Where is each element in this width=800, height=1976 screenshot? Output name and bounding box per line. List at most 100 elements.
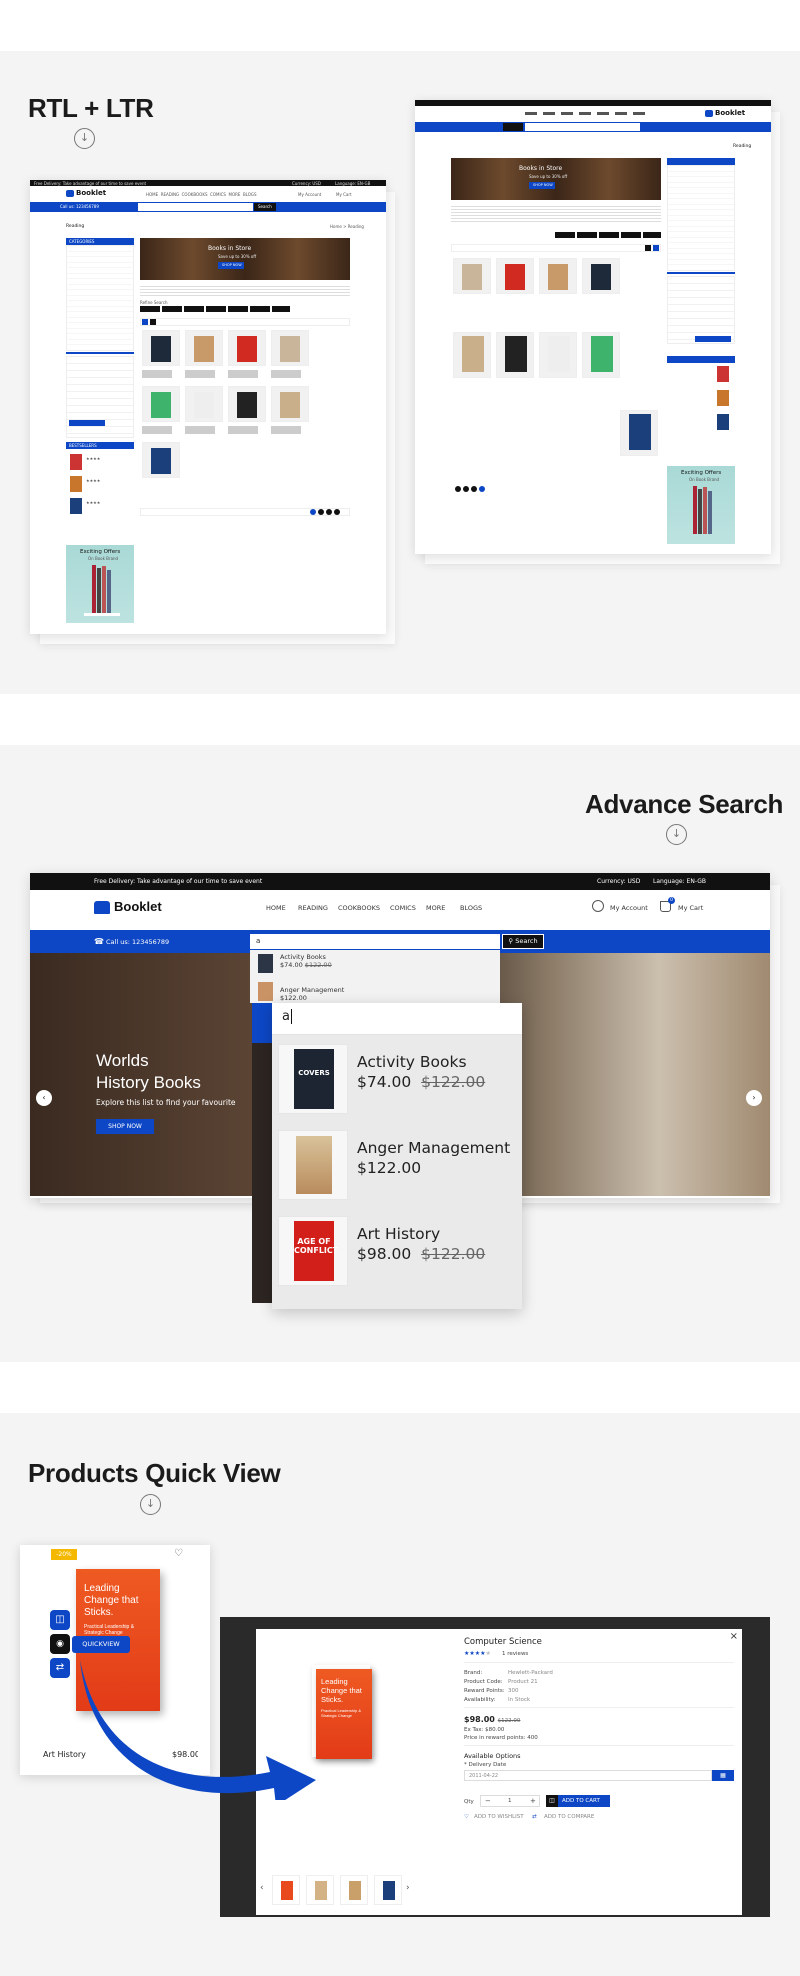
search-demo-topbar-text: Free Delivery: Take advantage of our tim… — [94, 878, 263, 885]
call-us-text: Call us: 123456789 — [106, 938, 170, 946]
book-cover-anger — [296, 1136, 332, 1194]
add-to-cart-icon[interactable]: ◫ — [50, 1610, 70, 1630]
rtl-banner-btn-label: SHOP NOW — [533, 183, 553, 187]
scroll-down-icon[interactable]: ↓ — [140, 1494, 161, 1515]
rtl-offer-sub: On Book Brand — [689, 477, 720, 482]
nav-home[interactable]: HOME — [266, 904, 286, 912]
nav-comics[interactable]: COMICS — [390, 904, 416, 912]
hero-shop-now-button[interactable]: SHOP NOW — [96, 1119, 154, 1134]
ltr-filter-button[interactable] — [69, 420, 105, 426]
my-cart-link[interactable]: My Cart — [678, 904, 703, 912]
qty-plus[interactable]: + — [530, 1797, 536, 1805]
ltr-page-2[interactable] — [318, 509, 324, 515]
hero-next-arrow[interactable]: › — [746, 1090, 762, 1106]
shuffle-compare-icon[interactable]: ⇄ — [50, 1658, 70, 1678]
qty-value[interactable]: 1 — [508, 1798, 512, 1804]
cart-icon: ◫ — [546, 1795, 558, 1807]
calendar-icon[interactable]: ▦ — [712, 1770, 734, 1781]
rtl-page-4[interactable] — [455, 486, 461, 492]
scroll-down-icon[interactable]: ↓ — [74, 128, 95, 149]
result-price: $74.00 $122.00 — [357, 1073, 486, 1091]
modal-thumb[interactable] — [272, 1875, 300, 1905]
modal-thumb[interactable] — [306, 1875, 334, 1905]
brand-label: Brand: — [464, 1670, 483, 1676]
eye-icon[interactable]: ◉ — [50, 1634, 70, 1654]
ltr-category-desc — [140, 284, 350, 296]
compare-icon[interactable]: ⇄ — [532, 1814, 537, 1820]
search-input[interactable]: a — [250, 934, 500, 949]
modal-reviews[interactable]: 1 reviews — [502, 1651, 528, 1657]
thumb-next-arrow[interactable]: › — [406, 1883, 410, 1893]
ltr-topbar-currency[interactable]: Currency: USD — [292, 181, 321, 186]
rtl-sort-toolbar[interactable] — [451, 244, 661, 252]
qty-minus[interactable]: − — [485, 1797, 491, 1805]
ltr-nav[interactable]: HOME READING COOKBOOKS COMICS MORE BLOGS — [146, 192, 257, 197]
ltr-search-label: Search — [258, 204, 272, 209]
ltr-phone[interactable]: Call us: 123456789 — [60, 204, 99, 209]
add-to-wishlist-link[interactable]: ADD TO WISHLIST — [474, 1814, 524, 1820]
nav-more[interactable]: MORE — [426, 904, 445, 912]
ltr-search-input[interactable] — [138, 203, 253, 211]
ltr-logo[interactable]: Booklet — [76, 189, 106, 197]
modal-thumb[interactable] — [374, 1875, 402, 1905]
search-button[interactable]: ⚲ Search — [502, 934, 544, 949]
rtl-category-desc — [451, 204, 661, 222]
curved-arrow-icon — [80, 1660, 316, 1800]
ltr-offer-title: Exciting Offers — [80, 549, 121, 555]
nav-blogs[interactable]: BLOGS — [460, 904, 482, 912]
thumb-prev-arrow[interactable]: ‹ — [260, 1883, 264, 1893]
ltr-page-1[interactable] — [310, 509, 316, 515]
result-name[interactable]: Anger Management — [357, 1139, 510, 1157]
qty-label: Qty — [464, 1799, 474, 1805]
rtl-filter-button[interactable] — [695, 336, 731, 342]
account-icon[interactable] — [592, 900, 604, 912]
ltr-sort-toolbar[interactable] — [140, 318, 350, 326]
rtl-logo[interactable]: Booklet — [715, 109, 745, 117]
wishlist-heart-icon[interactable]: ♡ — [174, 1548, 183, 1559]
currency-selector[interactable]: Currency: USD — [597, 873, 640, 890]
close-icon[interactable]: × — [730, 1631, 738, 1642]
result-price: $122.00 — [357, 1159, 422, 1177]
rtl-refine-filters[interactable] — [667, 276, 735, 344]
zoom-search-input[interactable]: a — [272, 1003, 522, 1035]
modal-thumb[interactable] — [340, 1875, 368, 1905]
add-to-compare-link[interactable]: ADD TO COMPARE — [544, 1814, 594, 1820]
result-name[interactable]: Art History — [357, 1225, 440, 1243]
ltr-page-4[interactable] — [334, 509, 340, 515]
rtl-page-1[interactable] — [479, 486, 485, 492]
site-logo[interactable]: Booklet — [114, 899, 162, 914]
rtl-category-list[interactable] — [667, 165, 735, 271]
scroll-down-icon[interactable]: ↓ — [666, 824, 687, 845]
result-name[interactable]: Activity Books — [357, 1053, 467, 1071]
card-book-title: Leading Change that Sticks. — [84, 1583, 139, 1618]
nav-cookbooks[interactable]: COOKBOOKS — [338, 904, 380, 912]
language-selector[interactable]: Language: EN-GB — [653, 873, 706, 890]
rtl-search-button[interactable] — [503, 123, 523, 131]
heart-icon[interactable]: ♡ — [464, 1814, 469, 1820]
ltr-breadcrumb[interactable]: Home > Reading — [330, 224, 364, 229]
result-price: $98.00 $122.00 — [357, 1245, 486, 1263]
rtl-page-2[interactable] — [471, 486, 477, 492]
ltr-topbar-language[interactable]: Language: EN-GB — [335, 181, 370, 186]
ltr-topbar-text: Free Delivery: Take advantage of our tim… — [34, 181, 147, 186]
my-account-link[interactable]: My Account — [610, 904, 648, 912]
rtl-nav[interactable] — [525, 112, 645, 115]
ltr-cart[interactable]: My Cart — [336, 192, 352, 197]
dropdown-item-name[interactable]: Anger Management — [280, 986, 344, 994]
delivery-date-input[interactable]: 2011-04-22 — [464, 1770, 712, 1781]
code-value: Product 21 — [508, 1679, 538, 1685]
zoom-left-edge — [252, 1003, 272, 1303]
dropdown-item-name[interactable]: Activity Books — [280, 953, 326, 961]
ltr-bestsellers-title: BESTSELLERS — [69, 443, 97, 448]
ltr-category-list[interactable] — [66, 245, 134, 351]
ltr-refine-links[interactable] — [140, 306, 290, 312]
section-title-advance-search: Advance Search — [585, 789, 784, 819]
rtl-refine-links[interactable] — [555, 232, 661, 238]
ltr-page-3[interactable] — [326, 509, 332, 515]
ltr-account[interactable]: My Account — [298, 192, 321, 197]
rtl-search-input[interactable] — [525, 123, 640, 131]
brand-value[interactable]: Hewlett-Packard — [508, 1670, 553, 1676]
nav-reading[interactable]: READING — [298, 904, 328, 912]
rtl-page-3[interactable] — [463, 486, 469, 492]
hero-prev-arrow[interactable]: ‹ — [36, 1090, 52, 1106]
